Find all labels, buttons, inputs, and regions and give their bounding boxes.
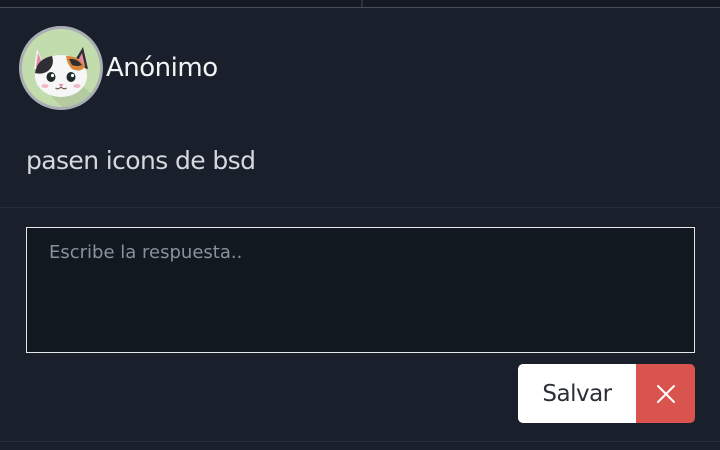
bottom-divider xyxy=(0,441,720,442)
reply-actions: Salvar xyxy=(518,364,695,423)
post-header: Anónimo xyxy=(19,24,218,112)
close-icon xyxy=(656,384,675,403)
cancel-button[interactable] xyxy=(636,364,695,423)
reply-panel: Anónimo pasen icons de bsd Salvar xyxy=(0,0,720,450)
calico-cat-icon xyxy=(34,47,100,107)
divider xyxy=(0,207,720,208)
avatar[interactable] xyxy=(19,26,103,110)
reply-textarea[interactable] xyxy=(26,227,695,353)
top-tab-strip xyxy=(0,0,720,8)
post-author[interactable]: Anónimo xyxy=(106,55,218,81)
post-body: pasen icons de bsd xyxy=(26,146,256,175)
save-button[interactable]: Salvar xyxy=(518,364,636,423)
tab-divider xyxy=(361,0,363,7)
